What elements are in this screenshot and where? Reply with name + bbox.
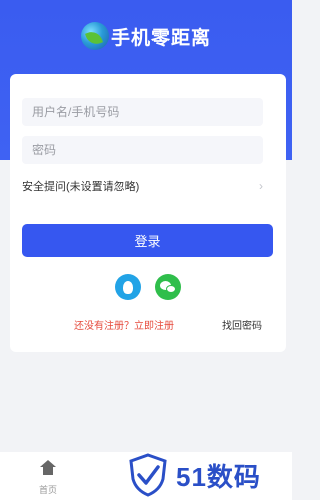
qq-icon[interactable] [115,274,141,300]
chevron-right-icon: › [259,179,263,193]
register-link[interactable]: 还没有注册？立即注册 [74,317,174,332]
account-links: 还没有注册？立即注册 找回密码 [10,317,286,332]
shield-logo-icon [129,453,167,497]
home-icon [40,460,56,475]
username-input[interactable] [22,98,263,126]
tab-home-label: 首页 [38,485,57,495]
forgot-password-link[interactable]: 找回密码 [222,317,262,332]
tab-home[interactable]: 首页 [24,460,72,496]
brand: 手机零距离 [0,18,292,54]
social-login [10,274,286,300]
watermark: 51数码 [128,450,292,500]
password-input[interactable] [22,136,263,164]
login-card: 安全提问(未设置请忽略) › 登录 还没有注册？立即注册 找回密码 [10,74,286,352]
app-title: 手机零距离 [110,27,211,49]
security-question-select[interactable]: 安全提问(未设置请忽略) › [22,175,263,197]
security-question-label: 安全提问(未设置请忽略) [22,181,140,193]
app-logo-icon [80,22,109,50]
wechat-icon[interactable] [155,274,181,300]
watermark-text: 51数码 [176,461,261,492]
login-button[interactable]: 登录 [22,224,273,257]
